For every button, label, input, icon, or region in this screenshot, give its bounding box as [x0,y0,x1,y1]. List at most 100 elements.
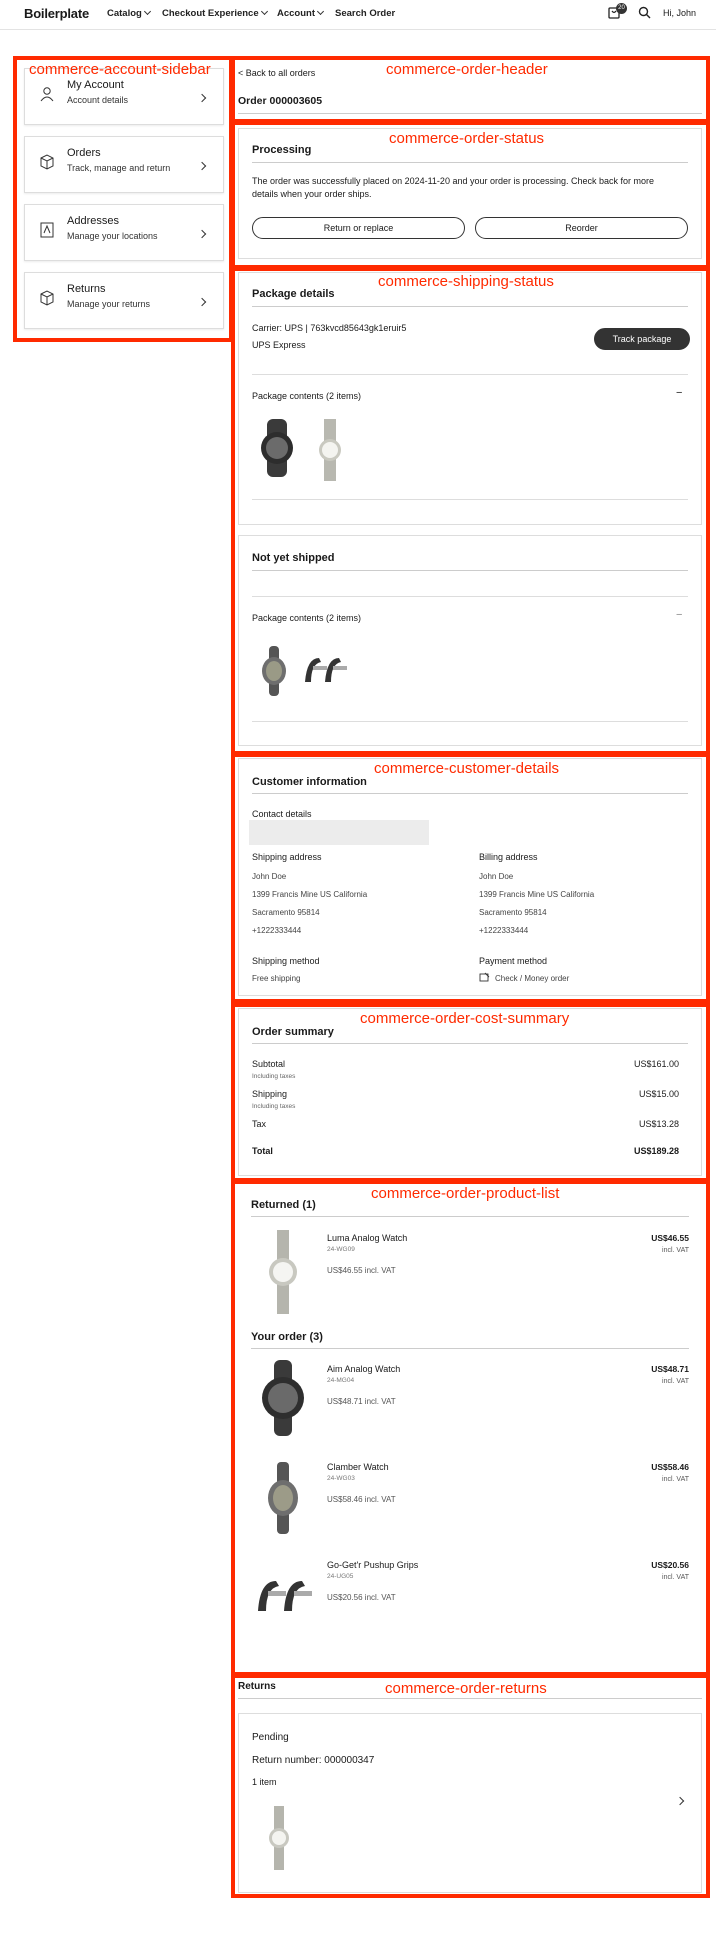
top-navigation: Boilerplate Catalog Checkout Experience … [0,0,716,30]
package-contents-label[interactable]: Package contents (2 items) [252,391,361,401]
sidebar-item-title: Orders [67,147,101,159]
search-icon[interactable] [638,6,651,19]
sidebar-item-subtitle: Manage your returns [67,299,151,309]
order-number-title: Order 000003605 [238,95,323,107]
reorder-button[interactable]: Reorder [475,217,688,239]
product-price: US$48.71 [651,1364,689,1374]
return-card[interactable]: Pending Return number: 000000347 1 item [238,1713,702,1893]
sidebar-item-title: Returns [67,283,106,295]
track-package-button[interactable]: Track package [594,328,690,350]
sidebar-item-orders[interactable]: Orders Track, manage and return [24,136,224,193]
chevron-right-icon[interactable] [675,1796,685,1806]
return-product-thumbnail [269,1806,289,1870]
return-box-icon [40,290,54,306]
contact-details-label: Contact details [252,809,312,819]
total-label: Total [252,1146,273,1156]
product-image-clamber-watch[interactable] [262,1462,302,1534]
product-name[interactable]: Go-Get'r Pushup Grips [327,1560,418,1570]
order-status-message: The order was successfully placed on 202… [252,176,655,199]
divider [238,113,702,114]
subtotal-tax-note: Including taxes [252,1073,296,1080]
product-thumbnail-luma-watch[interactable] [317,419,343,481]
order-summary-title: Order summary [252,1026,334,1038]
shipping-address-phone: +1222333444 [252,926,302,935]
nav-checkout-experience[interactable]: Checkout Experience [162,7,268,19]
overlay-label-cost-summary: commerce-order-cost-summary [360,1010,570,1027]
divider [252,596,688,597]
product-name[interactable]: Aim Analog Watch [327,1364,400,1374]
product-line-price: US$48.71 incl. VAT [327,1397,396,1406]
package-title: Package details [252,288,335,300]
shipping-method-value: Free shipping [252,974,301,983]
return-or-replace-button[interactable]: Return or replace [252,217,465,239]
product-vat-note: incl. VAT [662,1247,689,1254]
overlay-label-order-status: commerce-order-status [389,130,545,147]
product-sku: 24-WG03 [327,1475,355,1482]
billing-address-city: Sacramento 95814 [479,908,547,917]
check-payment-icon [479,972,490,982]
sidebar-item-title: Addresses [67,215,119,227]
sidebar-item-returns[interactable]: Returns Manage your returns [24,272,224,329]
back-to-orders-link[interactable]: < Back to all orders [238,68,315,78]
billing-address-label: Billing address [479,852,538,862]
package-contents-label[interactable]: Package contents (2 items) [252,613,361,623]
return-item-count: 1 item [252,1777,277,1787]
overlay-label-shipping-status: commerce-shipping-status [378,273,554,290]
subtotal-label: Subtotal [252,1059,286,1069]
product-line-price: US$20.56 incl. VAT [327,1593,396,1602]
product-price: US$58.46 [651,1462,689,1472]
user-greeting[interactable]: Hi, John [663,8,696,18]
divider [252,570,688,571]
collapse-toggle[interactable]: − [676,609,682,621]
customer-information-card: Customer information Contact details Shi… [238,758,702,996]
product-vat-note: incl. VAT [662,1574,689,1581]
carrier-tracking: Carrier: UPS | 763kvcd85643gk1eruir5 [252,323,407,333]
collapse-toggle[interactable]: − [676,387,682,399]
product-name[interactable]: Clamber Watch [327,1462,389,1472]
product-name[interactable]: Luma Analog Watch [327,1233,407,1243]
not-yet-shipped-card: Not yet shipped Package contents (2 item… [238,535,702,746]
tax-value: US$13.28 [638,1119,679,1129]
order-summary-card: Order summary Subtotal Including taxes U… [238,1008,702,1176]
brand-logo[interactable]: Boilerplate [24,6,89,21]
shipping-tax-note: Including taxes [252,1103,296,1110]
overlay-label-order-header: commerce-order-header [386,61,548,78]
divider [252,793,688,794]
sidebar-item-subtitle: Track, manage and return [67,163,171,173]
product-line-price: US$58.46 incl. VAT [327,1495,396,1504]
order-status-card: Processing The order was successfully pl… [238,128,702,259]
chevron-down-icon [260,7,268,16]
contact-details-placeholder [249,820,429,845]
product-vat-note: incl. VAT [662,1378,689,1385]
chevron-down-icon [316,7,325,16]
returns-title: Returns [238,1681,276,1692]
return-status: Pending [252,1732,289,1743]
return-number: Return number: 000000347 [252,1755,375,1766]
divider [252,721,688,722]
overlay-label-product-list: commerce-order-product-list [371,1185,560,1202]
shipping-address-name: John Doe [252,872,287,881]
sidebar-item-addresses[interactable]: Addresses Manage your locations [24,204,224,261]
your-order-title: Your order (3) [251,1331,323,1343]
nav-account[interactable]: Account [277,7,325,19]
returned-items-title: Returned (1) [251,1199,316,1211]
product-thumbnail-aim-watch[interactable] [255,419,299,477]
nav-catalog[interactable]: Catalog [107,7,151,19]
nav-search-order[interactable]: Search Order [335,8,395,19]
payment-method-value: Check / Money order [495,974,570,983]
chevron-right-icon [197,229,207,239]
product-sku: 24-UG05 [327,1573,354,1580]
product-image-pushup-grips[interactable] [254,1573,314,1617]
overlay-label-sidebar: commerce-account-sidebar [29,61,211,78]
shipping-service: UPS Express [252,340,306,350]
product-image-luma-watch[interactable] [268,1230,298,1314]
product-sku: 24-MG04 [327,1377,355,1384]
sidebar-item-subtitle: Manage your locations [67,231,158,241]
divider [252,1043,688,1044]
divider [252,499,688,500]
product-thumbnail-pushup-grips[interactable] [301,652,349,688]
product-image-aim-watch[interactable] [258,1360,308,1436]
shipping-value: US$15.00 [638,1089,679,1099]
product-thumbnail-clamber-watch[interactable] [257,646,291,696]
shipping-address-street: 1399 Francis Mine US California [252,890,368,899]
